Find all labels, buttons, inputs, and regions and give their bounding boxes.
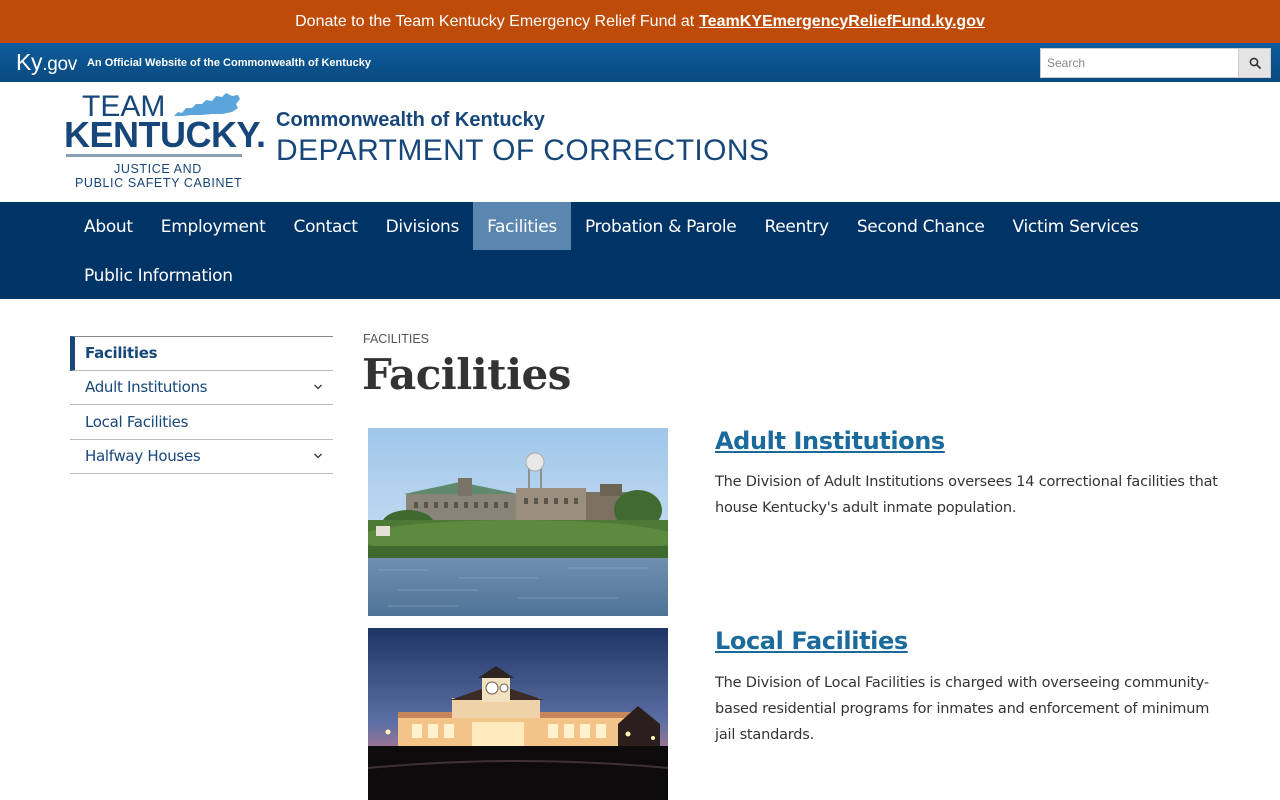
main-nav-row: About Employment Contact Divisions Facil… <box>70 202 1152 250</box>
kygov-logo-ky: Ky <box>16 49 43 75</box>
page-title: Facilities <box>362 350 571 399</box>
logo-cabinet-line1: JUSTICE AND <box>114 162 202 176</box>
chevron-down-icon[interactable] <box>313 452 323 460</box>
adult-institutions-photo[interactable] <box>368 428 668 616</box>
side-nav-label: Adult Institutions <box>85 378 208 397</box>
logo-kentucky-text: KENTUCKY. <box>64 114 266 155</box>
search-input[interactable] <box>1040 48 1238 78</box>
side-nav-item-adult-institutions[interactable]: Adult Institutions <box>70 371 333 405</box>
local-facilities-photo[interactable] <box>368 628 668 800</box>
main-navigation: About Employment Contact Divisions Facil… <box>0 202 1280 299</box>
search-button[interactable] <box>1238 48 1271 78</box>
side-nav-label: Local Facilities <box>85 412 189 431</box>
nav-item-divisions[interactable]: Divisions <box>372 202 474 250</box>
nav-item-reentry[interactable]: Reentry <box>750 202 842 250</box>
site-search <box>1040 48 1271 78</box>
search-icon <box>1249 57 1261 69</box>
commonwealth-title: Commonwealth of Kentucky <box>276 109 545 131</box>
nav-item-victim-services[interactable]: Victim Services <box>999 202 1153 250</box>
site-title[interactable]: Commonwealth of Kentucky DEPARTMENT OF C… <box>276 109 769 168</box>
prison-on-river-photo <box>368 428 668 616</box>
nav-item-contact[interactable]: Contact <box>280 202 372 250</box>
nav-item-employment[interactable]: Employment <box>147 202 280 250</box>
section-side-nav: Facilities Adult Institutions Local Faci… <box>70 336 333 474</box>
official-website-tagline: An Official Website of the Commonwealth … <box>86 56 371 69</box>
department-title: DEPARTMENT OF CORRECTIONS <box>276 134 770 167</box>
adult-institutions-link[interactable]: Adult Institutions <box>715 427 945 455</box>
site-header: TEAM KENTUCKY. JUSTICE AND PUBLIC SAFETY… <box>0 82 1280 202</box>
side-nav-label: Facilities <box>85 344 158 363</box>
donate-link[interactable]: TeamKYEmergencyReliefFund.ky.gov <box>699 13 985 31</box>
nav-item-probation-parole[interactable]: Probation & Parole <box>571 202 751 250</box>
kygov-logo[interactable]: Ky.gov <box>16 49 77 76</box>
donate-text: Donate to the Team Kentucky Emergency Re… <box>295 12 695 30</box>
logo-divider <box>66 154 242 157</box>
night-building-photo <box>368 628 668 800</box>
nav-item-about[interactable]: About <box>70 202 147 250</box>
kygov-bar: Ky.gov An Official Website of the Common… <box>0 43 1280 82</box>
kygov-logo-gov: .gov <box>42 54 77 75</box>
side-nav-item-local-facilities[interactable]: Local Facilities <box>70 405 333 440</box>
adult-institutions-description: The Division of Adult Institutions overs… <box>715 474 1218 516</box>
local-facilities-link[interactable]: Local Facilities <box>715 627 908 655</box>
nav-item-second-chance[interactable]: Second Chance <box>843 202 999 250</box>
side-nav-label: Halfway Houses <box>85 447 201 466</box>
team-kentucky-logo[interactable]: TEAM KENTUCKY. JUSTICE AND PUBLIC SAFETY… <box>64 90 266 190</box>
main-nav-row: Public Information <box>70 251 247 299</box>
breadcrumb: FACILITIES <box>363 332 429 346</box>
nav-item-public-information[interactable]: Public Information <box>70 251 247 299</box>
nav-item-facilities[interactable]: Facilities <box>473 202 571 250</box>
side-nav-item-facilities[interactable]: Facilities <box>70 336 333 371</box>
donate-banner: Donate to the Team Kentucky Emergency Re… <box>0 0 1280 43</box>
chevron-down-icon[interactable] <box>313 383 323 391</box>
logo-cabinet-line2: PUBLIC SAFETY CABINET <box>75 176 243 190</box>
side-nav-item-halfway-houses[interactable]: Halfway Houses <box>70 440 333 474</box>
local-facilities-description: The Division of Local Facilities is char… <box>715 675 1210 743</box>
